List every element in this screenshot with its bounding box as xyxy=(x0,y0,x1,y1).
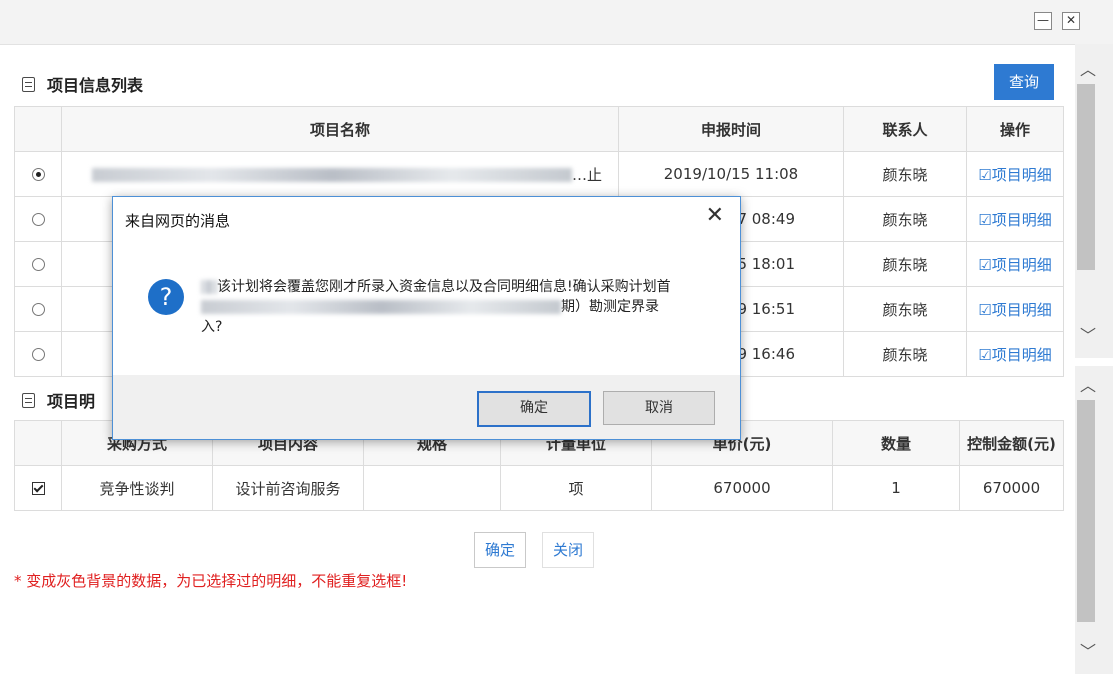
radio-button[interactable] xyxy=(31,168,45,181)
column-header-contact: 联系人 xyxy=(843,106,967,152)
table-row[interactable]: 竞争性谈判 设计前咨询服务 项 670000 1 670000 xyxy=(14,465,1064,511)
message-dialog: 来自网页的消息 ✕ ? 该计划将会覆盖您刚才所录入资金信息以及合同明细信息!确认… xyxy=(112,196,741,440)
edit-icon: ☑ xyxy=(978,210,992,229)
scroll-down-icon[interactable]: ﹀ xyxy=(1080,638,1096,662)
amount-cell: 670000 xyxy=(959,465,1064,511)
dialog-message-line1: 该计划将会覆盖您刚才所录入资金信息以及合同明细信息!确认采购计划首 xyxy=(217,279,671,295)
document-icon xyxy=(22,76,35,92)
radio-button[interactable] xyxy=(31,213,45,226)
spec-cell xyxy=(363,465,501,511)
dialog-cancel-button[interactable]: 取消 xyxy=(603,391,715,425)
project-detail-link[interactable]: 项目明细 xyxy=(992,211,1052,229)
row-checkbox-cell[interactable] xyxy=(14,465,62,511)
scroll-up-icon[interactable]: ︿ xyxy=(1080,56,1096,80)
dialog-message-line2: 期）勘测定界录 xyxy=(561,299,659,315)
action-cell[interactable]: ☑项目明细 xyxy=(966,151,1064,197)
scrollbar-thumb-bottom[interactable] xyxy=(1077,400,1095,622)
query-button[interactable]: 查询 xyxy=(994,64,1054,100)
contact-cell: 颜东晓 xyxy=(843,151,967,197)
action-cell[interactable]: ☑项目明细 xyxy=(966,286,1064,332)
contact-cell: 颜东晓 xyxy=(843,196,967,242)
section-project-list-title: 项目信息列表 xyxy=(22,72,143,96)
project-name-tail: …止 xyxy=(572,165,603,184)
redacted-text xyxy=(201,300,561,314)
column-header-qty: 数量 xyxy=(832,420,960,466)
action-cell[interactable]: ☑项目明细 xyxy=(966,241,1064,287)
close-button[interactable]: 关闭 xyxy=(542,532,595,568)
row-radio-cell[interactable] xyxy=(14,286,62,332)
minimize-button[interactable]: — xyxy=(1034,12,1052,30)
dialog-close-icon[interactable]: ✕ xyxy=(706,203,724,228)
dialog-message-line3: 入? xyxy=(201,319,223,335)
section-title-text: 项目信息列表 xyxy=(47,76,144,95)
scroll-up-icon[interactable]: ︿ xyxy=(1080,372,1096,396)
redacted-text xyxy=(201,280,217,294)
section-title-text: 项目明 xyxy=(47,392,96,411)
section-project-detail-title: 项目明 xyxy=(22,388,95,412)
edit-icon: ☑ xyxy=(978,300,992,319)
edit-icon: ☑ xyxy=(978,255,992,274)
radio-button[interactable] xyxy=(31,303,45,316)
column-header-select xyxy=(14,106,62,152)
price-cell: 670000 xyxy=(651,465,833,511)
confirm-button[interactable]: 确定 xyxy=(474,532,527,568)
dialog-footer: 确定 取消 xyxy=(113,375,740,439)
question-icon: ? xyxy=(148,279,184,315)
warning-note: * 变成灰色背景的数据，为已选择过的明细，不能重复选框! xyxy=(14,572,408,590)
redacted-text xyxy=(92,168,572,182)
project-detail-link[interactable]: 项目明细 xyxy=(992,346,1052,364)
row-radio-cell[interactable] xyxy=(14,151,62,197)
close-window-button[interactable]: ✕ xyxy=(1062,12,1080,30)
row-radio-cell[interactable] xyxy=(14,331,62,377)
dialog-ok-button[interactable]: 确定 xyxy=(477,391,591,427)
action-cell[interactable]: ☑项目明细 xyxy=(966,196,1064,242)
contact-cell: 颜东晓 xyxy=(843,331,967,377)
document-icon xyxy=(22,392,35,408)
method-cell: 竞争性谈判 xyxy=(61,465,213,511)
edit-icon: ☑ xyxy=(978,345,992,364)
column-header-select xyxy=(14,420,62,466)
content-cell: 设计前咨询服务 xyxy=(212,465,364,511)
scroll-down-icon[interactable]: ﹀ xyxy=(1080,322,1096,346)
column-header-time: 申报时间 xyxy=(618,106,844,152)
project-detail-link[interactable]: 项目明细 xyxy=(992,256,1052,274)
column-header-action: 操作 xyxy=(966,106,1064,152)
checkbox[interactable] xyxy=(31,482,45,495)
table-header-row: 项目名称 申报时间 联系人 操作 xyxy=(14,106,1064,152)
contact-cell: 颜东晓 xyxy=(843,241,967,287)
radio-button[interactable] xyxy=(31,348,45,361)
action-cell[interactable]: ☑项目明细 xyxy=(966,331,1064,377)
window-titlebar: — ✕ xyxy=(0,0,1113,45)
unit-cell: 项 xyxy=(500,465,652,511)
row-radio-cell[interactable] xyxy=(14,241,62,287)
column-header-name: 项目名称 xyxy=(61,106,619,152)
project-detail-link[interactable]: 项目明细 xyxy=(992,301,1052,319)
edit-icon: ☑ xyxy=(978,165,992,184)
row-radio-cell[interactable] xyxy=(14,196,62,242)
project-name-cell: …止 xyxy=(61,151,619,197)
dialog-message: 该计划将会覆盖您刚才所录入资金信息以及合同明细信息!确认采购计划首 期）勘测定界… xyxy=(201,277,731,337)
column-header-amount: 控制金额(元) xyxy=(959,420,1064,466)
table-row[interactable]: …止 2019/10/15 11:08 颜东晓 ☑项目明细 xyxy=(14,151,1064,197)
dialog-title: 来自网页的消息 xyxy=(125,212,231,230)
project-detail-link[interactable]: 项目明细 xyxy=(992,166,1052,184)
qty-cell: 1 xyxy=(832,465,960,511)
time-cell: 2019/10/15 11:08 xyxy=(618,151,844,197)
radio-button[interactable] xyxy=(31,258,45,271)
scrollbar-thumb-top[interactable] xyxy=(1077,84,1095,270)
contact-cell: 颜东晓 xyxy=(843,286,967,332)
